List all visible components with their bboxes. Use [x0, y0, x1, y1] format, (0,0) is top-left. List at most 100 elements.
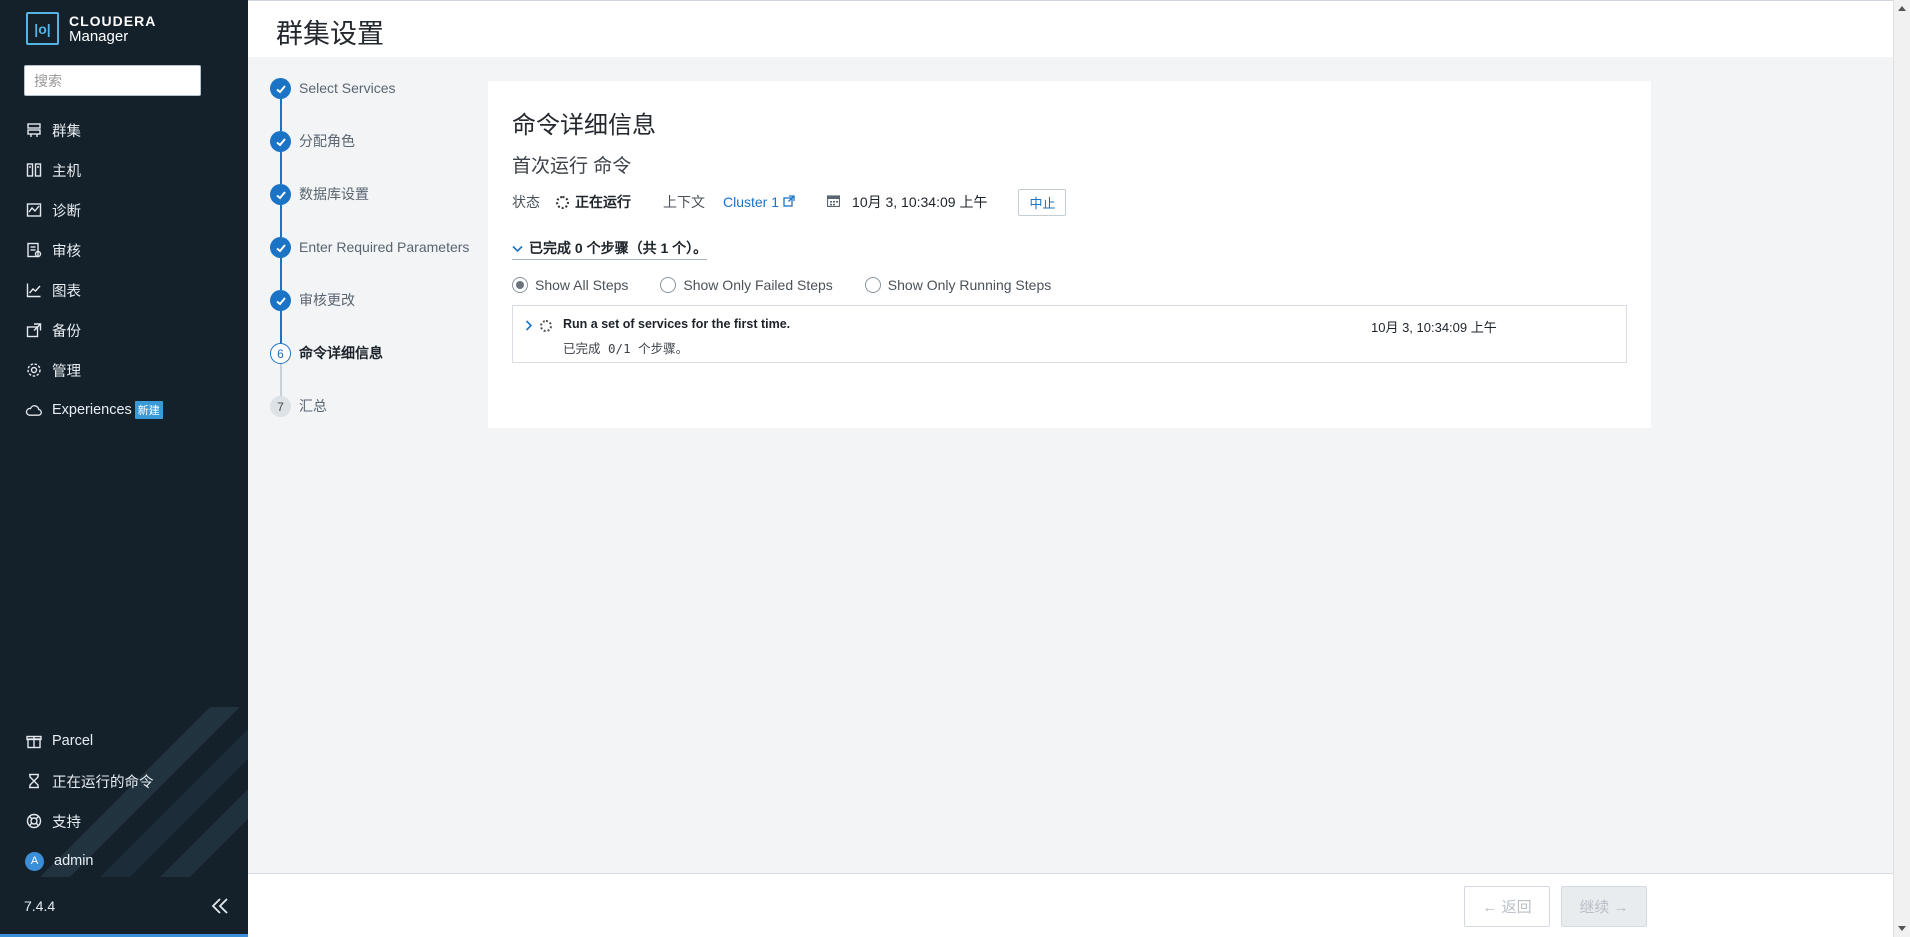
- wizard-step-assign-roles[interactable]: 分配角色: [270, 131, 480, 184]
- radio-label: Show Only Failed Steps: [683, 277, 833, 293]
- wizard-step-review-changes[interactable]: 审核更改: [270, 290, 480, 343]
- step-label: 命令详细信息: [299, 345, 383, 361]
- wizard-step-summary: 7 汇总: [270, 396, 480, 449]
- sidebar-item-label: 正在运行的命令: [52, 774, 154, 791]
- step-connector: [280, 152, 282, 184]
- spinner-icon: [540, 320, 552, 332]
- sidebar-item-audit[interactable]: 审核: [0, 230, 248, 270]
- cloudera-logo-icon: |o|: [26, 12, 59, 45]
- radio-label: Show Only Running Steps: [887, 277, 1052, 293]
- page-scrollbar[interactable]: [1893, 0, 1910, 937]
- filter-failed-steps[interactable]: Show Only Failed Steps: [660, 277, 833, 293]
- sidebar-item-running-commands[interactable]: 正在运行的命令: [0, 761, 248, 801]
- chevron-right-icon[interactable]: [525, 319, 533, 334]
- sidebar-item-charts[interactable]: 图表: [0, 270, 248, 310]
- step-connector: [280, 258, 282, 290]
- cloudera-logo[interactable]: |o| CLOUDERA Manager: [26, 12, 156, 45]
- gear-icon: [25, 362, 42, 379]
- radio-unselected: [660, 277, 677, 293]
- step-connector: [280, 205, 282, 237]
- parcel-icon: [25, 733, 42, 750]
- calendar-icon: [826, 194, 841, 210]
- sidebar-nav: 群集 主机 诊断 审核 图表 备份 管理 Experiences 新建: [0, 110, 248, 430]
- scroll-up-arrow-icon[interactable]: [1898, 6, 1906, 11]
- step-number-badge: 6: [270, 343, 291, 364]
- check-icon: [270, 237, 291, 258]
- command-name: 首次运行 命令: [512, 156, 632, 177]
- spinner-icon: [556, 195, 569, 209]
- check-icon: [270, 78, 291, 99]
- sidebar-item-hosts[interactable]: 主机: [0, 150, 248, 190]
- context-link[interactable]: Cluster 1: [723, 194, 779, 210]
- step-row[interactable]: Run a set of services for the first time…: [512, 305, 1627, 363]
- radio-label: Show All Steps: [535, 277, 629, 293]
- radio-selected: [512, 277, 528, 293]
- sidebar-item-label: 管理: [52, 363, 81, 380]
- page-title: 群集设置: [276, 19, 384, 49]
- sidebar-item-label: 审核: [52, 243, 81, 260]
- cloud-icon: [25, 402, 42, 419]
- sidebar-item-label: Parcel: [52, 733, 94, 749]
- sidebar-item-label: 支持: [52, 814, 81, 831]
- check-icon: [270, 184, 291, 205]
- command-details-card: 命令详细信息 首次运行 命令 状态 正在运行 上下文 Cluster 1 10月…: [488, 81, 1651, 428]
- hourglass-icon: [25, 773, 42, 790]
- card-title: 命令详细信息: [512, 112, 656, 139]
- filter-all-steps[interactable]: Show All Steps: [512, 277, 628, 293]
- step-label: 审核更改: [299, 292, 355, 308]
- scroll-down-arrow-icon[interactable]: [1898, 926, 1906, 931]
- sidebar-item-label: 备份: [52, 323, 81, 340]
- step-connector: [280, 99, 282, 131]
- step-label: 数据库设置: [299, 186, 369, 202]
- step-timestamp: 10月 3, 10:34:09 上午: [1371, 320, 1497, 335]
- chevron-down-icon: [512, 240, 523, 256]
- diagnostics-icon: [25, 202, 42, 219]
- radio-unselected: [864, 277, 881, 293]
- wizard-footer: ← 返回 继续 →: [248, 873, 1893, 937]
- step-label: 分配角色: [299, 133, 355, 149]
- wizard-steps: Select Services 分配角色 数据库设置 Enter Require…: [270, 78, 480, 449]
- avatar: A: [25, 851, 44, 871]
- wizard-step-database-setup[interactable]: 数据库设置: [270, 184, 480, 237]
- continue-button[interactable]: 继续 →: [1561, 886, 1647, 927]
- cluster-icon: [25, 122, 42, 139]
- sidebar-item-backup[interactable]: 备份: [0, 310, 248, 350]
- search-input[interactable]: [24, 65, 201, 96]
- wizard-step-select-services[interactable]: Select Services: [270, 78, 480, 131]
- sidebar-bottom-nav: Parcel 正在运行的命令 支持 A admin: [0, 721, 248, 881]
- back-button[interactable]: ← 返回: [1464, 886, 1550, 927]
- command-meta: 状态 正在运行 上下文 Cluster 1 10月 3, 10:34:09 上午…: [512, 187, 1067, 217]
- sidebar-item-parcel[interactable]: Parcel: [0, 721, 248, 761]
- step-progress: 已完成 0/1 个步骤。: [563, 341, 689, 356]
- sidebar-item-label: 图表: [52, 283, 81, 300]
- wizard-step-required-parameters[interactable]: Enter Required Parameters: [270, 237, 480, 290]
- check-icon: [270, 290, 291, 311]
- sidebar-item-support[interactable]: 支持: [0, 801, 248, 841]
- filter-running-steps[interactable]: Show Only Running Steps: [864, 277, 1052, 293]
- step-connector: [280, 364, 282, 396]
- sidebar-item-label: 群集: [52, 123, 81, 140]
- collapse-sidebar-button[interactable]: [208, 894, 232, 918]
- sidebar-item-clusters[interactable]: 群集: [0, 110, 248, 150]
- sidebar-item-diagnostics[interactable]: 诊断: [0, 190, 248, 230]
- external-link-icon[interactable]: [783, 194, 795, 210]
- version-label: 7.4.4: [24, 898, 56, 914]
- sidebar-item-admin[interactable]: 管理: [0, 350, 248, 390]
- double-chevron-left-icon: [211, 898, 228, 914]
- sidebar: |o| CLOUDERA Manager 群集 主机 诊断 审核 图表: [0, 0, 248, 937]
- page-header: 群集设置: [248, 0, 1893, 57]
- step-number-badge: 7: [270, 396, 291, 417]
- context-label: 上下文: [663, 194, 705, 210]
- sidebar-item-label: 主机: [52, 163, 81, 180]
- steps-summary-toggle[interactable]: 已完成 0 个步骤（共 1 个）。: [512, 238, 708, 260]
- sidebar-item-experiences[interactable]: Experiences 新建: [0, 390, 248, 430]
- step-label: Select Services: [299, 80, 396, 96]
- sidebar-item-label: Experiences: [52, 402, 132, 418]
- new-badge: 新建: [134, 401, 163, 419]
- brand-name: CLOUDERA: [69, 12, 157, 29]
- step-title: Run a set of services for the first time…: [563, 317, 791, 331]
- lifebuoy-icon: [25, 813, 42, 830]
- sidebar-item-user[interactable]: A admin: [0, 841, 248, 881]
- backup-icon: [25, 322, 42, 339]
- abort-button[interactable]: 中止: [1018, 188, 1067, 216]
